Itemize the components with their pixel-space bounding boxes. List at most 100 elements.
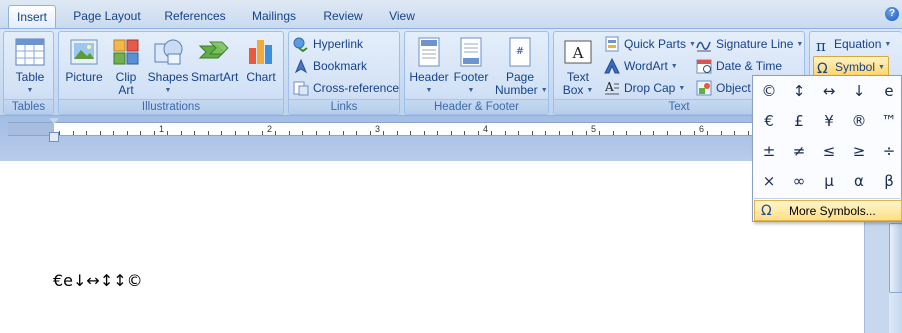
header-button[interactable]: Header ▼ [409,36,449,97]
symbol-cell[interactable]: € [754,107,784,136]
signature-line-button[interactable]: Signature Line ▼ [696,34,803,54]
ruler-tick [653,131,654,135]
symbol-cell[interactable]: ≠ [784,137,814,166]
symbol-cell[interactable]: × [754,167,784,196]
quick-parts-button[interactable]: Quick Parts ▼ [604,34,696,54]
ruler-number: 4 [483,124,489,134]
ruler-tick [491,131,492,135]
symbol-cell[interactable]: ± [754,137,784,166]
ruler-tick [613,131,614,135]
chart-button[interactable]: Chart [241,36,281,84]
ribbon-tab-bar: Insert Page Layout References Mailings R… [0,0,902,28]
symbol-cell[interactable]: β [874,167,902,196]
bookmark-button[interactable]: Bookmark [293,56,367,76]
ruler-tick [73,131,74,135]
symbol-cell[interactable]: © [754,77,784,106]
ruler-tick [694,131,695,135]
ruler-tick [545,131,546,135]
chevron-down-icon: ▼ [884,40,892,48]
tab-references[interactable]: References [158,5,232,28]
indent-marker-icon[interactable] [49,118,59,124]
picture-icon [68,36,100,68]
pi-icon: π [816,36,826,55]
document-page[interactable]: €e↓↔↕↕© [0,161,864,333]
date-time-button[interactable]: Date & Time [696,56,782,76]
text-box-icon: A [562,36,594,68]
symbol-cell[interactable]: ∞ [784,167,814,196]
tab-page-layout[interactable]: Page Layout [68,5,146,28]
symbol-cell[interactable]: α [844,167,874,196]
symbol-cell[interactable]: ↕ [784,77,814,106]
omega-icon: Ω [761,203,772,219]
more-symbols-button[interactable]: Ω More Symbols... [754,200,902,221]
ruler-tick [667,131,668,135]
scrollbar-thumb[interactable] [889,223,902,293]
symbol-cell[interactable]: £ [784,107,814,136]
tab-review[interactable]: Review [316,5,370,28]
svg-text:#: # [516,46,524,57]
ruler-tick [181,131,182,135]
ruler-tick [748,131,749,135]
ruler-tick [289,131,290,135]
page-number-button[interactable]: # Page Number ▼ [495,36,548,97]
indent-marker-icon[interactable] [49,132,59,142]
symbol-cell[interactable]: ¥ [814,107,844,136]
svg-text:A: A [572,44,584,62]
horizontal-ruler[interactable]: 1 2 3 4 5 6 [8,118,768,142]
object-button[interactable]: Object [696,78,751,98]
symbol-cell[interactable]: ÷ [874,137,902,166]
symbol-cell[interactable]: e [874,77,902,106]
equation-label: Equation [834,37,882,51]
symbol-cell[interactable]: ® [844,107,874,136]
group-label-links: Links [289,99,399,114]
symbol-cell[interactable]: ™ [874,107,902,136]
chevron-down-icon: ▼ [425,87,433,94]
group-label-header-footer: Header & Footer [405,99,548,114]
smartart-button[interactable]: SmartArt [191,36,238,84]
equation-button[interactable]: π Equation ▼ [816,34,892,55]
hyperlink-button[interactable]: Hyperlink [293,34,363,54]
cross-reference-button[interactable]: Cross-reference [293,78,399,98]
help-icon[interactable]: ? [885,7,899,21]
shapes-icon [152,36,184,68]
chart-label: Chart [246,70,276,84]
symbol-cell[interactable]: ≤ [814,137,844,166]
drop-cap-button[interactable]: A Drop Cap ▼ [604,78,685,98]
page-number-icon: # [504,36,536,68]
quick-parts-icon [604,36,620,52]
tab-insert[interactable]: Insert [8,5,56,28]
chevron-down-icon: ▼ [670,62,678,70]
chevron-down-icon: ▼ [796,40,804,48]
symbol-cell[interactable]: ≥ [844,137,874,166]
shapes-button[interactable]: Shapes ▼ [147,36,189,97]
chevron-down-icon: ▼ [540,87,548,95]
symbol-cell[interactable]: ↓ [844,77,874,106]
symbol-button[interactable]: Ω Symbol ▼ [813,56,889,77]
clip-art-button[interactable]: Clip Art [109,36,143,97]
more-symbols-label: More Symbols... [789,204,876,218]
picture-label: Picture [65,70,103,84]
text-box-button[interactable]: A Text Box ▼ [558,36,598,97]
table-button[interactable]: Table ▼ [10,36,50,97]
wordart-button[interactable]: WordArt ▼ [604,56,678,76]
tab-mailings[interactable]: Mailings [244,5,304,28]
ruler-tick [208,131,209,135]
symbol-cell[interactable]: ↔ [814,77,844,106]
symbol-cell[interactable]: µ [814,167,844,196]
wordart-icon [604,57,620,74]
ruler-tick [464,131,465,135]
bookmark-label: Bookmark [313,59,368,73]
ruler-tick [505,131,506,135]
chevron-down-icon: ▼ [586,87,594,95]
document-text[interactable]: €e↓↔↕↕© [53,271,143,290]
omega-icon: Ω [817,60,828,77]
page-number-label-2: Number [495,83,538,97]
ruler-tick [424,131,425,135]
picture-button[interactable]: Picture [63,36,105,84]
ruler-tick [721,131,722,135]
ruler-tick [410,131,411,135]
chevron-down-icon: ▼ [26,87,34,94]
header-icon [413,36,445,68]
tab-view[interactable]: View [382,5,422,28]
footer-button[interactable]: Footer ▼ [451,36,491,97]
